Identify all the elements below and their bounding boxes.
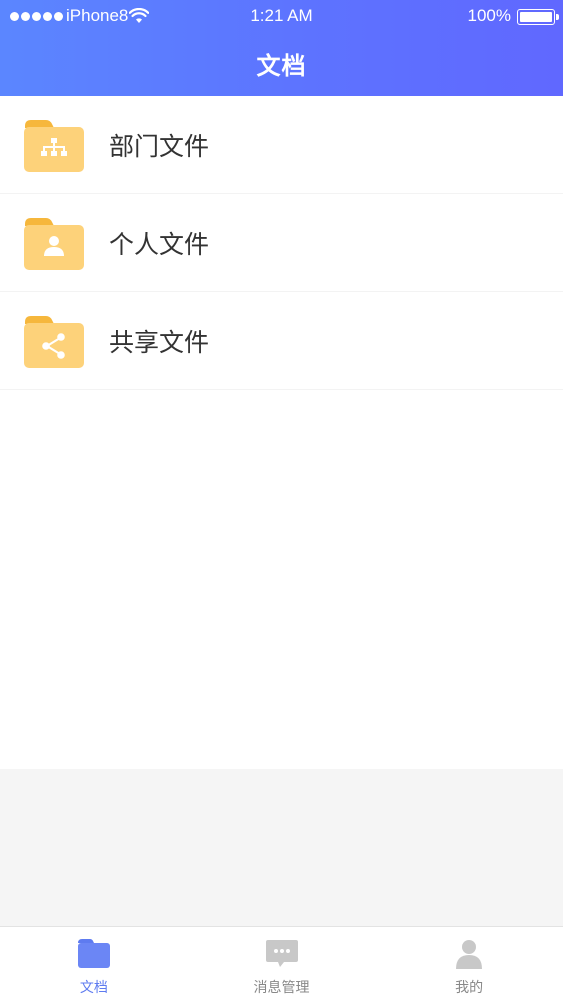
tab-profile[interactable]: 我的 bbox=[375, 927, 563, 1000]
folder-row-personal[interactable]: 个人文件 bbox=[0, 194, 563, 292]
folder-list: 部门文件 个人文件 共享文件 bbox=[0, 96, 563, 769]
tab-label: 文档 bbox=[79, 980, 108, 996]
person-folder-icon bbox=[24, 218, 84, 270]
status-bar: iPhone8 1:21 AM 100% bbox=[0, 0, 563, 34]
chat-bubble-icon bbox=[265, 940, 298, 967]
tab-documents[interactable]: 文档 bbox=[0, 927, 188, 1000]
page-title: 文档 bbox=[256, 52, 307, 80]
folder-row-shared[interactable]: 共享文件 bbox=[0, 292, 563, 390]
battery-icon bbox=[517, 9, 559, 25]
tab-messages[interactable]: 消息管理 bbox=[188, 927, 376, 1000]
user-icon bbox=[456, 940, 483, 969]
share-folder-icon bbox=[24, 316, 84, 368]
org-chart-folder-icon bbox=[24, 120, 84, 172]
screen: iPhone8 1:21 AM 100% 文档 部门文件 个人文件 共享文件 文… bbox=[0, 0, 563, 1000]
battery-percentage: 100% bbox=[467, 6, 511, 25]
folder-icon bbox=[77, 939, 110, 968]
header: iPhone8 1:21 AM 100% 文档 bbox=[0, 0, 563, 96]
folder-label: 共享文件 bbox=[109, 327, 210, 357]
tab-label: 我的 bbox=[455, 980, 484, 996]
tab-label: 消息管理 bbox=[253, 980, 310, 996]
folder-row-department[interactable]: 部门文件 bbox=[0, 96, 563, 194]
tab-bar: 文档 消息管理 我的 bbox=[0, 926, 563, 1000]
folder-label: 部门文件 bbox=[109, 131, 210, 161]
folder-label: 个人文件 bbox=[109, 229, 210, 259]
